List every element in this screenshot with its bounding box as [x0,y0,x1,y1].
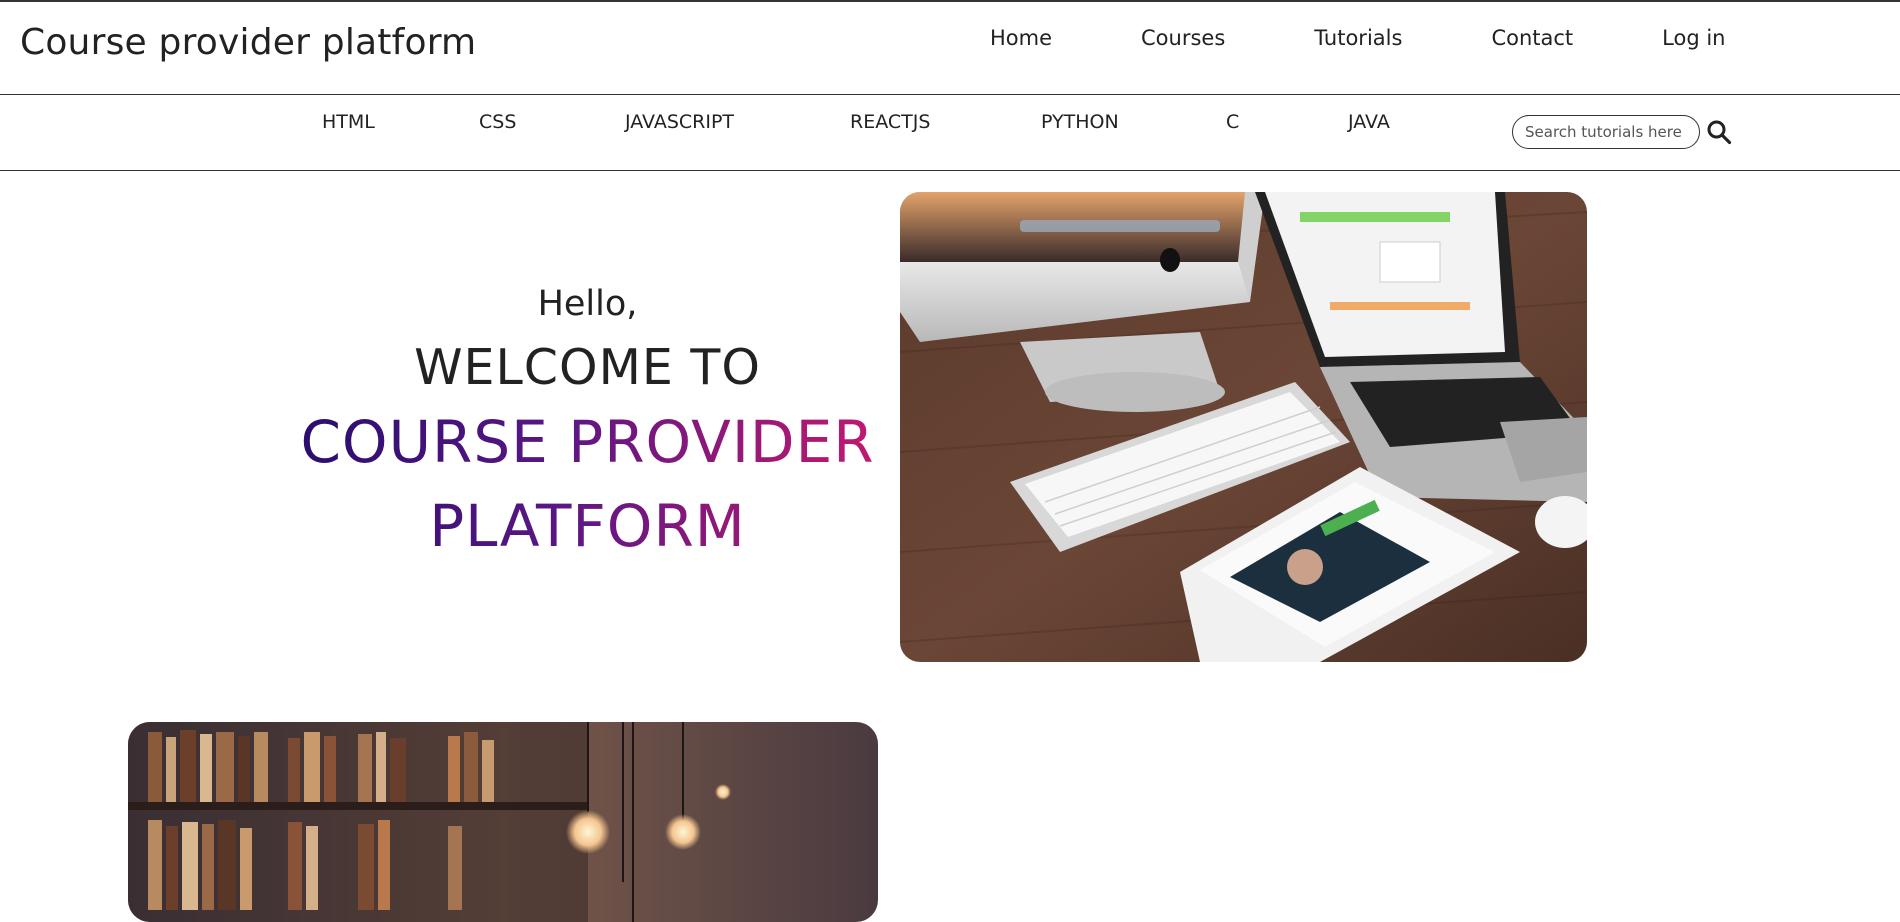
nav-tutorials-link[interactable]: Tutorials [1314,26,1402,50]
nav-home-link[interactable]: Home [990,26,1052,50]
subnav-javascript-link[interactable]: JAVASCRIPT [625,111,734,133]
hero-greeting: Hello, [537,284,638,324]
library-illustration [128,722,878,922]
hero-welcome: WELCOME TO [414,339,761,396]
library-image [128,722,878,922]
site-brand[interactable]: Course provider platform [20,22,476,63]
hero-image [900,192,1587,662]
nav-courses-link[interactable]: Courses [1141,26,1225,50]
nav-login-link[interactable]: Log in [1662,26,1725,50]
search-input[interactable] [1512,115,1700,149]
tutorials-bar: HTML CSS JAVASCRIPT REACTJS PYTHON C JAV… [0,95,1900,171]
nav-contact-link[interactable]: Contact [1491,26,1573,50]
subnav-html-link[interactable]: HTML [322,111,375,133]
main-nav: Home Courses Tutorials Contact Log in [990,26,1725,50]
desk-computers-illustration [900,192,1587,662]
hero-title-line2: PLATFORM [300,484,875,568]
hero-text: Hello, WELCOME TO COURSE PROVIDER PLATFO… [300,280,875,568]
subnav-reactjs-link[interactable]: REACTJS [850,111,930,133]
subnav-css-link[interactable]: CSS [479,111,516,133]
subnav-python-link[interactable]: PYTHON [1041,111,1119,133]
subnav-java-link[interactable]: JAVA [1348,111,1390,133]
search-icon[interactable] [1706,119,1732,145]
subnav-c-link[interactable]: C [1226,111,1239,133]
top-navbar: Course provider platform Home Courses Tu… [0,0,1900,95]
hero-title-line1: COURSE PROVIDER [300,400,875,484]
